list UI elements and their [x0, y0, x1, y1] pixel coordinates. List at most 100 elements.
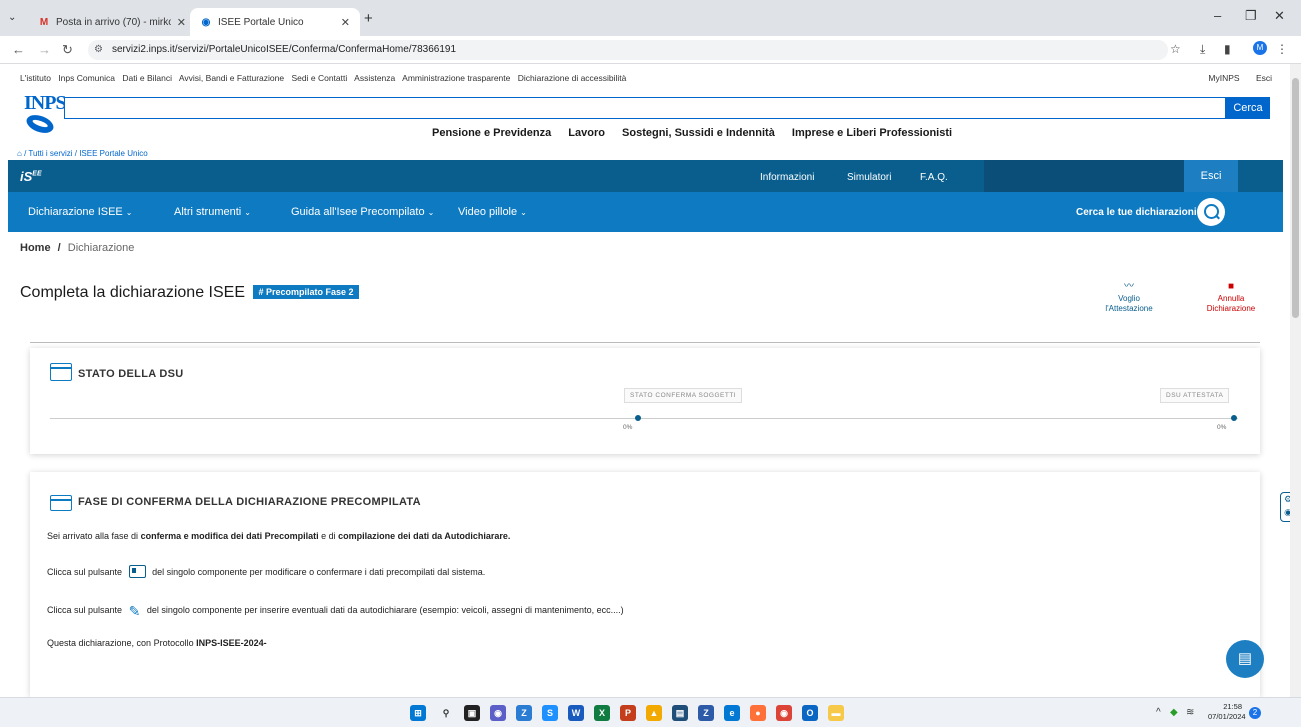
- powerpoint-icon[interactable]: P: [620, 705, 636, 721]
- logout-button[interactable]: Esci: [1184, 160, 1238, 192]
- excel-icon[interactable]: X: [594, 705, 610, 721]
- file-explorer-icon[interactable]: ▬: [828, 705, 844, 721]
- annulla-button[interactable]: ■ Annulla Dichiarazione: [1196, 282, 1266, 314]
- menu-dichiarazione-isee[interactable]: Dichiarazione ISEE ⌄: [28, 206, 132, 218]
- search-icon[interactable]: ⚲: [438, 705, 454, 721]
- menu-altri-strumenti[interactable]: Altri strumenti ⌄: [174, 206, 251, 218]
- inps-main-nav: Pensione e Previdenza Lavoro Sostegni, S…: [432, 127, 966, 139]
- word-icon[interactable]: W: [568, 705, 584, 721]
- chevron-down-icon: ⌄: [427, 208, 435, 217]
- menu-label: Dichiarazione ISEE: [28, 206, 123, 218]
- tray-app-icon[interactable]: ◆: [1170, 707, 1178, 718]
- close-tab-icon[interactable]: ✕: [177, 16, 186, 29]
- tab-title: Posta in arrivo (70) - mirko.vigr: [56, 16, 171, 28]
- top-link[interactable]: Amministrazione trasparente: [402, 73, 510, 83]
- url-field[interactable]: ⚙ servizi2.inps.it/servizi/PortaleUnicoI…: [88, 40, 1168, 60]
- top-link[interactable]: Avvisi, Bandi e Fatturazione: [179, 73, 284, 83]
- stato-dsu-card: STATO DELLA DSU STATO CONFERMA SOGGETTI …: [30, 348, 1260, 454]
- bookmark-star-icon[interactable]: ☆: [1170, 42, 1181, 56]
- breadcrumb-text[interactable]: / Tutti i servizi / ISEE Portale Unico: [24, 149, 148, 158]
- intro-paragraph: Sei arrivato alla fase di conferma e mod…: [47, 531, 510, 541]
- skype-icon[interactable]: S: [542, 705, 558, 721]
- nav-simulatori[interactable]: Simulatori: [847, 172, 891, 183]
- tab-search-icon[interactable]: ⌄: [8, 12, 16, 23]
- inps-top-links: L'istituto Inps Comunica Dati e Bilanci …: [0, 64, 1290, 90]
- nav-informazioni[interactable]: Informazioni: [760, 172, 814, 183]
- wifi-icon[interactable]: ≋: [1186, 707, 1194, 718]
- chat-button[interactable]: ▤: [1226, 640, 1264, 678]
- profile-avatar[interactable]: M: [1253, 41, 1267, 55]
- top-link[interactable]: Sedi e Contatti: [291, 73, 347, 83]
- forward-icon[interactable]: →: [38, 42, 51, 57]
- close-window-icon[interactable]: ✕: [1274, 8, 1285, 24]
- inps-logo[interactable]: INPS: [24, 92, 67, 142]
- nav-sostegni[interactable]: Sostegni, Sussidi e Indennità: [622, 127, 775, 139]
- breadcrumb-current: Dichiarazione: [67, 242, 135, 254]
- search-input[interactable]: [64, 97, 1226, 119]
- new-tab-icon[interactable]: +: [364, 10, 373, 27]
- browser-menu-icon[interactable]: ⋮: [1276, 42, 1288, 56]
- logout-link[interactable]: Esci: [1256, 73, 1272, 83]
- nav-faq[interactable]: F.A.Q.: [920, 172, 948, 183]
- cerca-dichiarazioni-link[interactable]: Cerca le tue dichiarazioni: [1076, 207, 1197, 218]
- app-z-icon[interactable]: Z: [516, 705, 532, 721]
- restore-icon[interactable]: ❐: [1245, 8, 1257, 24]
- isee-header: iSEE Informazioni Simulatori F.A.Q. Esci: [8, 160, 1283, 192]
- inps-breadcrumb: ⌂ / Tutti i servizi / ISEE Portale Unico: [17, 149, 148, 158]
- windows-taskbar: ⊞ ⚲ ▣ ◉ Z S W X P ▲ ▤ Z e ● ◉ O ▬ ^ ◆ ≋ …: [0, 697, 1301, 727]
- phase-badge: # Precompilato Fase 2: [253, 285, 359, 299]
- pencil-icon: ✎: [128, 603, 141, 619]
- tab-gmail[interactable]: M Posta in arrivo (70) - mirko.vigr ✕: [28, 8, 196, 36]
- scrollbar-thumb[interactable]: [1292, 78, 1299, 318]
- tray-chevron-icon[interactable]: ^: [1156, 707, 1161, 718]
- menu-guida-precompilato[interactable]: Guida all'Isee Precompilato ⌄: [291, 206, 434, 218]
- tab-isee[interactable]: ◉ ISEE Portale Unico ✕: [190, 8, 360, 36]
- isee-logo[interactable]: iSEE: [20, 169, 42, 184]
- fase-conferma-card: FASE DI CONFERMA DELLA DICHIARAZIONE PRE…: [30, 472, 1260, 697]
- reload-icon[interactable]: ↻: [62, 42, 73, 58]
- top-link[interactable]: Inps Comunica: [58, 73, 115, 83]
- nav-lavoro[interactable]: Lavoro: [568, 127, 605, 139]
- clock-date: 07/01/2024: [1208, 712, 1246, 721]
- zoom-icon[interactable]: Z: [698, 705, 714, 721]
- notification-badge[interactable]: 2: [1249, 707, 1261, 719]
- myinps-link[interactable]: MyINPS: [1208, 73, 1239, 83]
- chevron-down-icon: ⌄: [125, 208, 133, 217]
- close-tab-icon[interactable]: ✕: [341, 16, 350, 29]
- page-scrollbar[interactable]: [1290, 64, 1301, 697]
- firefox-icon[interactable]: ●: [750, 705, 766, 721]
- download-icon[interactable]: ⤓: [1200, 42, 1205, 57]
- start-icon[interactable]: ⊞: [410, 705, 426, 721]
- text: e di: [321, 531, 336, 541]
- nav-imprese[interactable]: Imprese e Liberi Professionisti: [792, 127, 952, 139]
- task-view-icon[interactable]: ▣: [464, 705, 480, 721]
- inps-icon: ◉: [201, 16, 211, 28]
- clock[interactable]: 21:58 07/01/2024: [1208, 702, 1246, 722]
- attestazione-button[interactable]: 〰 Voglio l'Attestazione: [1094, 282, 1164, 314]
- top-link[interactable]: Assistenza: [354, 73, 395, 83]
- minimize-icon[interactable]: –: [1214, 8, 1221, 23]
- search-button[interactable]: Cerca: [1226, 97, 1270, 119]
- edge-icon[interactable]: e: [724, 705, 740, 721]
- nav-pensione[interactable]: Pensione e Previdenza: [432, 127, 551, 139]
- attestazione-label: Voglio l'Attestazione: [1105, 294, 1153, 313]
- url-text: servizi2.inps.it/servizi/PortaleUnicoISE…: [112, 44, 457, 55]
- site-settings-icon[interactable]: ⚙: [94, 40, 103, 60]
- chat-app-icon[interactable]: ◉: [490, 705, 506, 721]
- top-link[interactable]: L'istituto: [20, 73, 51, 83]
- credit-card-icon: [50, 495, 72, 511]
- sidepanel-icon[interactable]: ▮: [1224, 42, 1231, 56]
- text: Questa dichiarazione, con Protocollo: [47, 638, 194, 648]
- back-icon[interactable]: ←: [12, 42, 25, 57]
- outlook-icon[interactable]: O: [802, 705, 818, 721]
- home-icon[interactable]: ⌂: [17, 149, 22, 158]
- breadcrumb-home[interactable]: Home: [20, 242, 51, 254]
- menu-video-pillole[interactable]: Video pillole ⌄: [458, 206, 527, 218]
- chrome-icon[interactable]: ◉: [776, 705, 792, 721]
- top-link[interactable]: Dichiarazione di accessibilità: [518, 73, 627, 83]
- vlc-icon[interactable]: ▲: [646, 705, 662, 721]
- app-calendar-icon[interactable]: ▤: [672, 705, 688, 721]
- address-bar-row: ← → ↻ ⚙ servizi2.inps.it/servizi/Portale…: [0, 36, 1301, 64]
- search-icon[interactable]: [1197, 198, 1225, 226]
- top-link[interactable]: Dati e Bilanci: [122, 73, 172, 83]
